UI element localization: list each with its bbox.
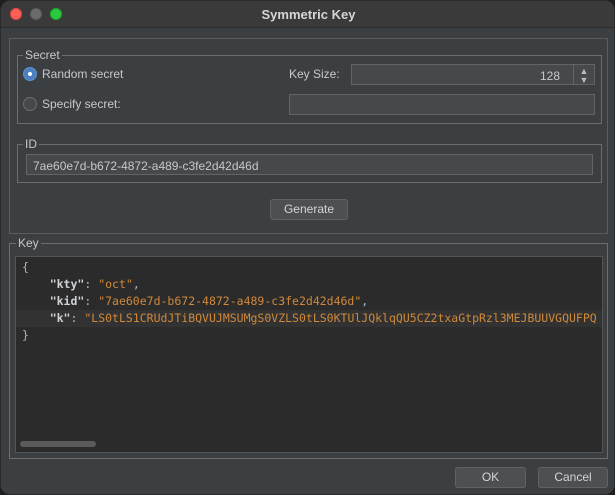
specify-secret-radio[interactable] — [23, 97, 37, 111]
open-brace: { — [22, 260, 29, 274]
close-brace: } — [22, 328, 29, 342]
key-size-value[interactable]: 128 — [540, 69, 560, 83]
code-line: } — [16, 327, 602, 344]
key-json-editor[interactable]: { "kty": "oct", "kid": "7ae60e7d-b672-48… — [15, 256, 603, 453]
spinner-arrows-icon[interactable]: ▲ ▼ — [573, 65, 594, 85]
key-legend: Key — [16, 236, 41, 250]
generate-button[interactable]: Generate — [270, 199, 348, 220]
horizontal-scrollbar[interactable] — [20, 441, 96, 447]
ok-button[interactable]: OK — [455, 467, 526, 488]
cancel-button[interactable]: Cancel — [538, 467, 608, 488]
code-line: "k": "LS0tLS1CRUdJTiBQVUJMSUMgS0VZLS0tLS… — [16, 310, 602, 327]
key-size-spinner[interactable]: 128 ▲ ▼ — [351, 64, 595, 85]
title-bar: Symmetric Key — [1, 1, 614, 28]
code-line: { — [16, 259, 602, 276]
symmetric-key-dialog: Symmetric Key Secret Random secret Key S… — [0, 0, 615, 495]
key-group: Key { "kty": "oct", "kid": "7ae60e7d-b67… — [9, 236, 608, 459]
key-size-label: Key Size: — [289, 67, 340, 81]
window-title: Symmetric Key — [261, 7, 356, 22]
random-secret-label[interactable]: Random secret — [42, 67, 123, 81]
kid-value: "7ae60e7d-b672-4872-a489-c3fe2d42d46d" — [98, 294, 362, 308]
specify-secret-label[interactable]: Specify secret: — [42, 97, 121, 111]
settings-panel: Secret Random secret Key Size: 128 ▲ ▼ Sp… — [9, 38, 608, 234]
secret-group: Secret Random secret Key Size: 128 ▲ ▼ Sp… — [17, 48, 602, 124]
kid-key: "kid" — [49, 294, 85, 308]
specify-secret-input[interactable] — [289, 94, 595, 115]
kty-value: "oct" — [98, 277, 133, 291]
kty-key: "kty" — [49, 277, 85, 291]
id-group: ID 7ae60e7d-b672-4872-a489-c3fe2d42d46d — [17, 137, 602, 183]
code-line: "kty": "oct", — [49, 277, 140, 291]
code-line: "kid": "7ae60e7d-b672-4872-a489-c3fe2d42… — [49, 294, 369, 308]
secret-legend: Secret — [23, 48, 62, 62]
k-value: "LS0tLS1CRUdJTiBQVUJMSUMgS0VZLS0tLS0KTUl… — [84, 311, 597, 325]
k-key: "k" — [49, 311, 71, 325]
random-secret-radio[interactable] — [23, 67, 37, 81]
id-input[interactable]: 7ae60e7d-b672-4872-a489-c3fe2d42d46d — [26, 154, 593, 175]
id-legend: ID — [23, 137, 39, 151]
